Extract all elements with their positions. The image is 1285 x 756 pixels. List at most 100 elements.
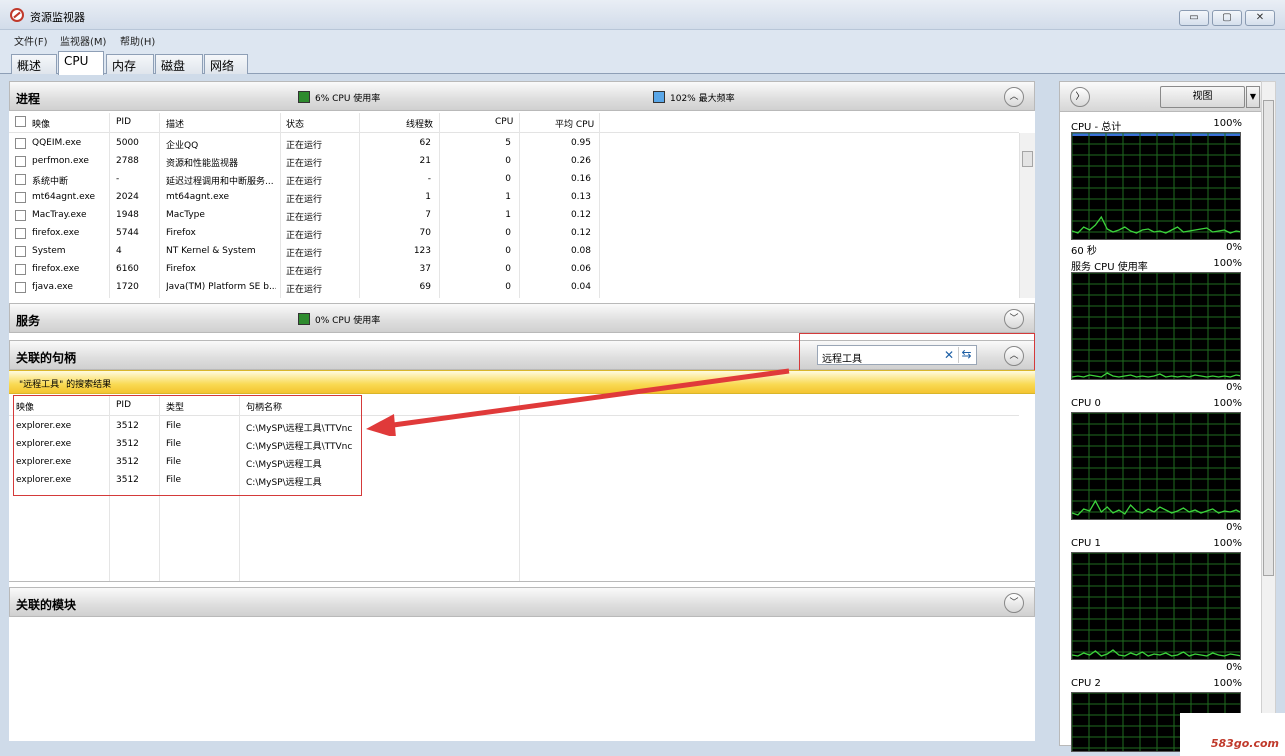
table-cell: 21: [419, 156, 431, 166]
table-cell: firefox.exe: [32, 228, 80, 238]
table-cell: 正在运行: [286, 249, 323, 259]
services-header[interactable]: 服务 0% CPU 使用率 ﹀: [9, 303, 1035, 333]
menu-bar: 文件(F) 监视器(M) 帮助(H): [0, 30, 1285, 48]
resource-monitor-icon: [10, 8, 24, 22]
table-cell: fjava.exe: [32, 282, 73, 292]
processes-column-header: 映像 PID 描述 状态 线程数 CPU 平均 CPU: [9, 113, 1019, 133]
table-cell: 0.06: [570, 264, 591, 274]
table-cell: 正在运行: [286, 231, 323, 241]
table-cell: System: [32, 246, 66, 256]
graph-title: CPU 1: [1071, 538, 1101, 549]
graph-max-label: 100%: [1213, 678, 1242, 689]
col-cpu[interactable]: CPU: [495, 117, 513, 127]
row-checkbox[interactable]: [15, 174, 26, 185]
cpu-usage-stat: 6% CPU 使用率: [298, 91, 380, 104]
tab-cpu[interactable]: CPU: [58, 51, 104, 75]
graph-panel-scrollbar[interactable]: [1261, 81, 1276, 746]
table-cell: 0: [505, 282, 511, 292]
row-checkbox[interactable]: [15, 246, 26, 257]
col-avg-cpu[interactable]: 平均 CPU: [555, 117, 594, 130]
table-row[interactable]: QQEIM.exe 5000 企业QQ 正在运行 62 5 0.95: [9, 135, 1019, 153]
table-cell: 正在运行: [286, 267, 323, 277]
expand-services-button[interactable]: ﹀: [1004, 309, 1024, 329]
max-frequency-stat: 102% 最大频率: [653, 91, 735, 104]
col-status[interactable]: 状态: [286, 117, 304, 130]
minimize-button[interactable]: ▭: [1179, 10, 1209, 26]
menu-help[interactable]: 帮助(H): [120, 33, 155, 48]
modules-header[interactable]: 关联的模块 ﹀: [9, 587, 1035, 617]
table-cell: Firefox: [166, 228, 196, 238]
table-cell: 0.26: [570, 156, 591, 166]
view-dropdown-icon[interactable]: ▼: [1246, 86, 1260, 108]
row-checkbox[interactable]: [15, 210, 26, 221]
graph-max-label: 100%: [1213, 258, 1242, 269]
table-cell: QQEIM.exe: [32, 138, 82, 148]
table-cell: Firefox: [166, 264, 196, 274]
graph-min-label: 0%: [1226, 382, 1242, 393]
row-checkbox[interactable]: [15, 264, 26, 275]
row-checkbox[interactable]: [15, 192, 26, 203]
graph-title: CPU - 总计: [1071, 122, 1122, 133]
graph-max-label: 100%: [1213, 538, 1242, 549]
cpu-graph: [1071, 552, 1241, 660]
table-cell: 正在运行: [286, 213, 323, 223]
table-row[interactable]: System 4 NT Kernel & System 正在运行 123 0 0.08: [9, 243, 1019, 261]
table-cell: 0.04: [570, 282, 591, 292]
expand-modules-button[interactable]: ﹀: [1004, 593, 1024, 613]
col-pid[interactable]: PID: [116, 117, 131, 127]
max-frequency-text: 102% 最大频率: [670, 94, 735, 104]
menu-monitor[interactable]: 监视器(M): [60, 33, 106, 48]
max-frequency-swatch-icon: [653, 91, 665, 103]
col-image[interactable]: 映像: [32, 117, 50, 130]
col-threads[interactable]: 线程数: [406, 117, 433, 130]
maximize-button[interactable]: ▢: [1212, 10, 1242, 26]
table-cell: perfmon.exe: [32, 156, 89, 166]
table-row[interactable]: mt64agnt.exe 2024 mt64agnt.exe 正在运行 1 1 0.13: [9, 189, 1019, 207]
tab-overview[interactable]: 概述: [11, 54, 57, 74]
cpu-usage-text: 6% CPU 使用率: [315, 94, 381, 104]
scrollbar-thumb[interactable]: [1263, 100, 1274, 576]
table-cell: 0: [505, 264, 511, 274]
table-cell: 0.08: [570, 246, 591, 256]
table-cell: 0.13: [570, 192, 591, 202]
select-all-checkbox[interactable]: [15, 116, 26, 127]
table-row[interactable]: perfmon.exe 2788 资源和性能监视器 正在运行 21 0 0.26: [9, 153, 1019, 171]
table-cell: 正在运行: [286, 177, 323, 187]
table-cell: 资源和性能监视器: [166, 159, 239, 169]
table-row[interactable]: 系统中断 - 延迟过程调用和中断服务... 正在运行 - 0 0.16: [9, 171, 1019, 189]
graph-time-label: 60 秒: [1071, 246, 1097, 257]
row-checkbox[interactable]: [15, 282, 26, 293]
section-divider: [9, 581, 1035, 582]
col-description[interactable]: 描述: [166, 117, 184, 130]
table-row[interactable]: firefox.exe 5744 Firefox 正在运行 70 0 0.12: [9, 225, 1019, 243]
tab-disk[interactable]: 磁盘: [155, 54, 203, 74]
tab-memory[interactable]: 内存: [106, 54, 154, 74]
cpu-graph: [1071, 272, 1241, 380]
table-cell: 0.12: [570, 210, 591, 220]
scrollbar-thumb[interactable]: [1022, 151, 1033, 167]
menu-file[interactable]: 文件(F): [14, 33, 48, 48]
search-result-text: "远程工具" 的搜索结果: [19, 380, 112, 390]
graph-max-label: 100%: [1213, 118, 1242, 129]
services-cpu-swatch-icon: [298, 313, 310, 325]
table-cell: 正在运行: [286, 195, 323, 205]
view-button[interactable]: 视图: [1160, 86, 1245, 108]
processes-scrollbar[interactable]: [1019, 133, 1035, 298]
table-row[interactable]: fjava.exe 1720 Java(TM) Platform SE b... 正在…: [9, 279, 1019, 297]
processes-header[interactable]: 进程 6% CPU 使用率 102% 最大频率 ︿: [9, 81, 1035, 111]
row-checkbox[interactable]: [15, 156, 26, 167]
graph-min-label: 0%: [1226, 522, 1242, 533]
collapse-graph-panel-button[interactable]: 〉: [1070, 87, 1090, 107]
collapse-processes-button[interactable]: ︿: [1004, 87, 1024, 107]
row-checkbox[interactable]: [15, 228, 26, 239]
table-cell: 5: [505, 138, 511, 148]
table-row[interactable]: MacTray.exe 1948 MacType 正在运行 7 1 0.12: [9, 207, 1019, 225]
cpu-usage-swatch-icon: [298, 91, 310, 103]
row-checkbox[interactable]: [15, 138, 26, 149]
processes-title: 进程: [16, 92, 41, 106]
close-button[interactable]: ✕: [1245, 10, 1275, 26]
table-cell: 0: [505, 174, 511, 184]
tab-network[interactable]: 网络: [204, 54, 248, 74]
processes-table: 映像 PID 描述 状态 线程数 CPU 平均 CPU QQEIM.exe 5 0 0…: [9, 113, 1035, 298]
table-row[interactable]: firefox.exe 6160 Firefox 正在运行 37 0 0.06: [9, 261, 1019, 279]
